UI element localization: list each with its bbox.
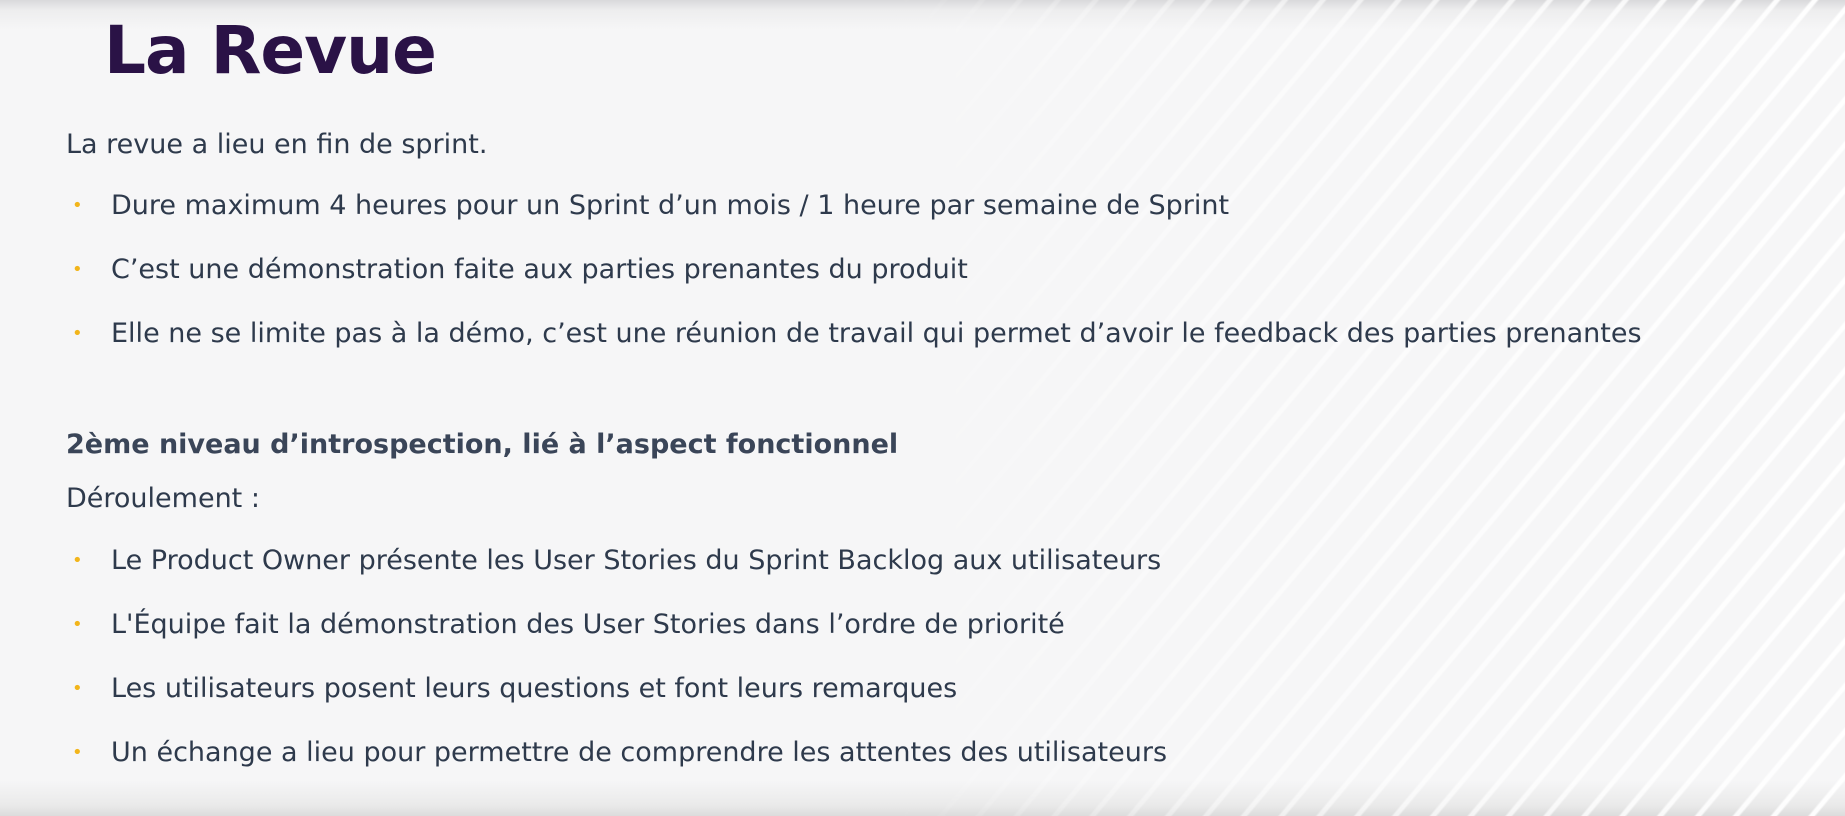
- list-item: • Le Product Owner présente les User Sto…: [66, 543, 1167, 607]
- intro-text: La revue a lieu en fin de sprint.: [66, 129, 488, 160]
- list-item: • Un échange a lieu pour permettre de co…: [66, 735, 1167, 799]
- bullet-icon: •: [72, 614, 83, 635]
- section-heading: 2ème niveau d’introspection, lié à l’asp…: [66, 429, 899, 460]
- bullet-list-overview: • Dure maximum 4 heures pour un Sprint d…: [66, 188, 1642, 380]
- list-item: • C’est une démonstration faite aux part…: [66, 252, 1642, 316]
- bullet-text: Les utilisateurs posent leurs questions …: [111, 673, 958, 704]
- slide: La Revue La revue a lieu en fin de sprin…: [0, 0, 1845, 816]
- bullet-icon: •: [72, 323, 83, 344]
- list-item: • Dure maximum 4 heures pour un Sprint d…: [66, 188, 1642, 252]
- list-item: • L'Équipe fait la démonstration des Use…: [66, 607, 1167, 671]
- list-item: • Elle ne se limite pas à la démo, c’est…: [66, 316, 1642, 380]
- bullet-icon: •: [72, 678, 83, 699]
- bullet-text: L'Équipe fait la démonstration des User …: [111, 609, 1065, 640]
- bullet-text: C’est une démonstration faite aux partie…: [111, 254, 968, 285]
- bullet-icon: •: [72, 195, 83, 216]
- bullet-list-steps: • Le Product Owner présente les User Sto…: [66, 543, 1167, 799]
- bullet-icon: •: [72, 742, 83, 763]
- bullet-text: Dure maximum 4 heures pour un Sprint d’u…: [111, 190, 1230, 221]
- bullet-text: Le Product Owner présente les User Stori…: [111, 545, 1162, 576]
- bullet-icon: •: [72, 259, 83, 280]
- list-item: • Les utilisateurs posent leurs question…: [66, 671, 1167, 735]
- bullet-text: Un échange a lieu pour permettre de comp…: [111, 737, 1168, 768]
- bullet-icon: •: [72, 550, 83, 571]
- slide-title: La Revue: [104, 12, 437, 89]
- steps-label: Déroulement :: [66, 483, 260, 514]
- bullet-text: Elle ne se limite pas à la démo, c’est u…: [111, 318, 1642, 349]
